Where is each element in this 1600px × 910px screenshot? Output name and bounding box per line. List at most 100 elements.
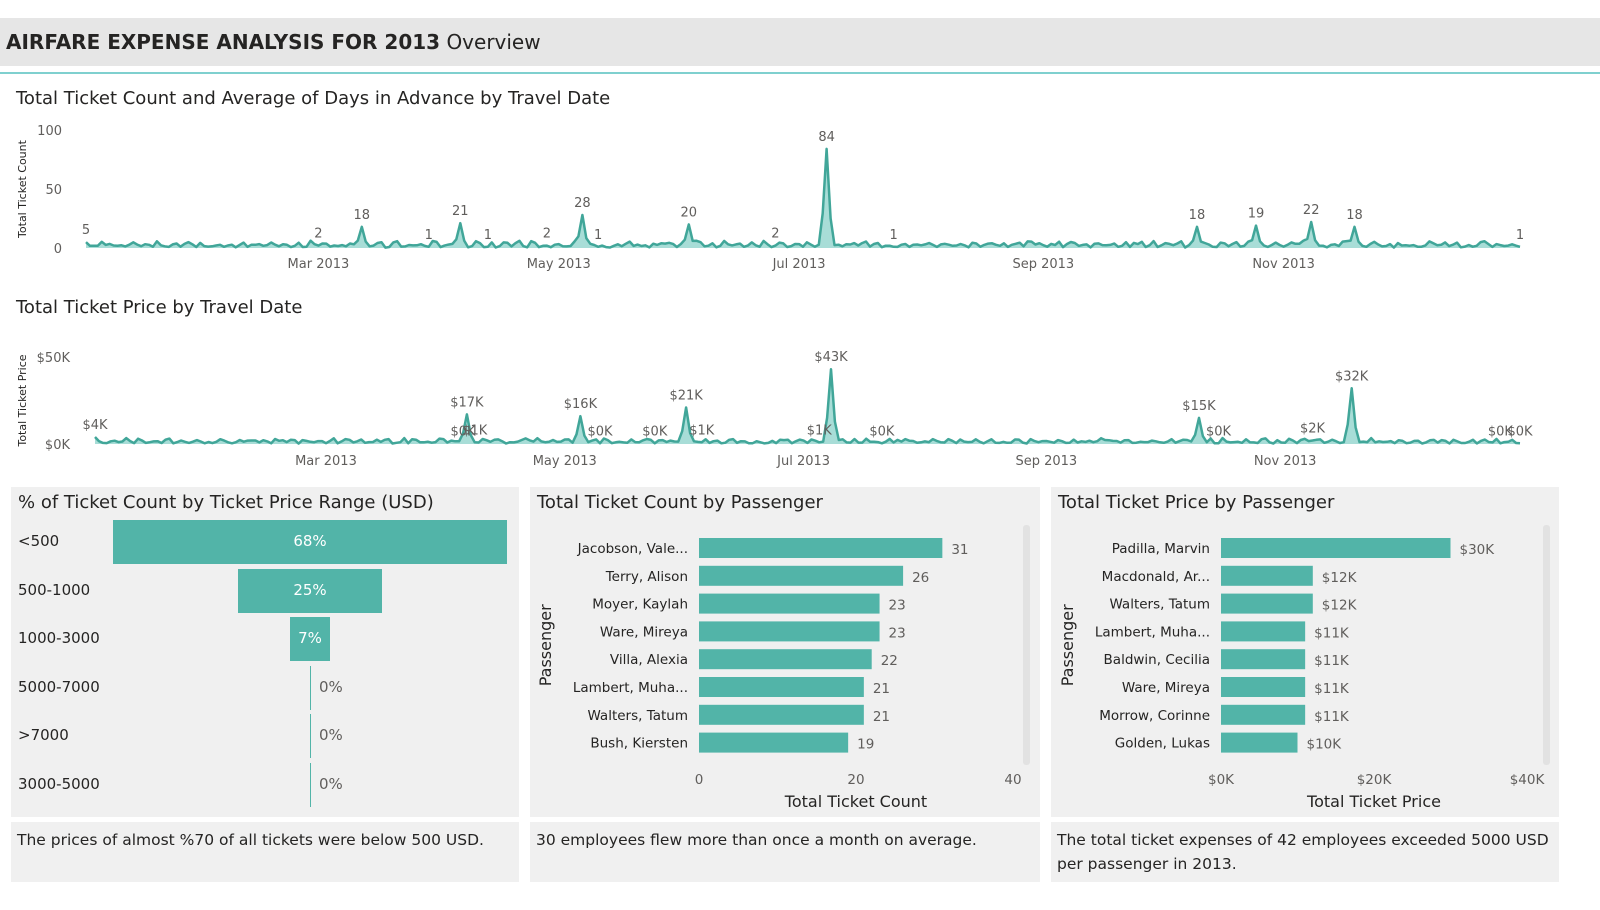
x-tick-label: $40K [1510,772,1546,788]
funnel-bar[interactable] [310,665,311,710]
count-note: 30 employees flew more than once a month… [530,822,1040,882]
y-axis-title: Total Ticket Price [16,354,29,447]
x-tick-label: Sep 2013 [1015,454,1077,469]
category-label: Baldwin, Cecilia [1104,652,1210,668]
data-label: $4K [82,418,108,433]
bar-value-label: 23 [889,625,906,641]
category-label: Ware, Mireya [600,624,688,640]
price-by-date-chart[interactable]: Total Ticket Price $50K $0K $4K $0K $17K $1K $1… [0,322,1600,482]
category-label: Villa, Alexia [610,652,688,668]
data-label: 84 [818,130,835,145]
category-label: Walters, Tatum [1109,597,1210,613]
funnel-note: The prices of almost %70 of all tickets … [11,822,519,882]
report-title-main: AIRFARE EXPENSE ANALYSIS FOR 2013 [6,30,441,54]
bar-value-label: 21 [873,681,890,697]
data-label: $43K [814,350,848,365]
data-label: $21K [669,388,703,403]
data-label: $1K [807,423,833,438]
y-tick-label: $0K [45,438,71,453]
data-label: $0K [869,424,895,439]
data-label: $15K [1182,399,1216,414]
bar [699,565,904,586]
x-tick-label: $0K [1208,772,1235,788]
x-tick-label: May 2013 [533,454,597,469]
data-label: 2 [314,227,322,242]
data-label: $1K [462,423,488,438]
y-tick-label: 100 [37,124,62,139]
x-tick-label: Mar 2013 [288,257,350,272]
bar [699,677,864,697]
series-area [86,148,1520,248]
bar [699,593,880,614]
data-label: 20 [680,205,697,220]
bar [699,649,872,670]
bar-value-label: $12K [1322,598,1358,614]
data-label: 1 [594,228,602,243]
category-label: Jacobson, Vale... [577,541,688,557]
funnel-bar[interactable] [310,714,311,758]
funnel-row[interactable]: 500-1000 25% [11,568,531,613]
data-label: 1 [889,228,897,243]
data-label: 1 [484,228,492,243]
data-label: 28 [574,196,591,211]
data-label: 19 [1248,207,1265,222]
data-label: $17K [450,395,484,410]
bar-value-label: 26 [912,570,929,586]
x-tick-label: $20K [1357,772,1393,788]
bar [1221,538,1451,558]
bar [699,704,864,725]
data-label: $0K [642,424,668,439]
funnel-row[interactable]: 1000-3000 7% [11,617,531,661]
funnel-row[interactable]: <500 68% [11,520,531,564]
x-tick-label: May 2013 [527,257,591,272]
y-axis-title: Total Ticket Count [16,139,29,239]
price-note: The total ticket expenses of 42 employee… [1051,822,1559,882]
bar-value-label: $11K [1314,653,1350,669]
data-label: 1 [1516,228,1524,243]
funnel-category-label: 5000-7000 [18,677,100,696]
bar-value-label: 21 [873,709,890,725]
bar [699,732,849,753]
x-tick-label: Nov 2013 [1254,454,1317,469]
funnel-row[interactable]: 3000-5000 0% [11,762,531,807]
x-axis-title: Total Ticket Price [1306,792,1441,811]
y-tick-label: 0 [54,242,62,257]
funnel-value-label: 0% [319,774,343,793]
data-label: $0K [1206,424,1232,439]
data-label: 22 [1303,203,1320,218]
x-tick-label: Nov 2013 [1252,257,1315,272]
bar [1221,565,1313,586]
funnel-bar[interactable] [310,762,311,807]
funnel-category-label: <500 [18,532,60,550]
count-by-date-chart[interactable]: Total Ticket Count 100 50 0 5 2 18 1 21 1 2 28 1 20 2 8… [0,112,1600,282]
funnel-row[interactable]: >7000 0% [11,714,531,758]
funnel-category-label: >7000 [18,726,69,744]
x-tick-label: Sep 2013 [1012,257,1074,272]
data-label: 2 [543,227,551,242]
x-tick-label: 0 [695,772,704,788]
data-label: $0K [587,424,613,439]
bar-value-label: 23 [889,598,906,614]
funnel-row[interactable]: 5000-7000 0% [11,665,531,710]
data-label: 18 [353,208,370,223]
header-divider [0,72,1600,74]
funnel-value-label: 0% [319,726,343,744]
price-by-passenger-chart[interactable]: Padilla, Marvin $30K Macdonald, Ar... $12K W… [1051,487,1559,817]
category-label: Morrow, Corinne [1099,708,1210,724]
funnel-panel: % of Ticket Count by Ticket Price Range … [11,487,519,817]
data-label: $1K [689,423,715,438]
price-by-date-title: Total Ticket Price by Travel Date [16,297,303,318]
category-label: Lambert, Muha... [1095,624,1210,640]
category-label: Bush, Kiersten [590,736,688,752]
bar [699,538,943,558]
series-line [85,147,1521,249]
x-tick-label: 40 [1004,772,1021,788]
count-by-date-title: Total Ticket Count and Average of Days i… [16,88,611,109]
report-title-sub: Overview [446,30,541,54]
category-label: Ware, Mireya [1122,680,1210,696]
category-label: Terry, Alison [605,569,688,585]
bar [699,621,880,642]
report-header: AIRFARE EXPENSE ANALYSIS FOR 2013 Overvi… [0,18,1600,66]
bar [1221,704,1306,725]
count-by-passenger-chart[interactable]: Jacobson, Vale... 31 Terry, Alison 26 Moyer,… [530,487,1040,817]
